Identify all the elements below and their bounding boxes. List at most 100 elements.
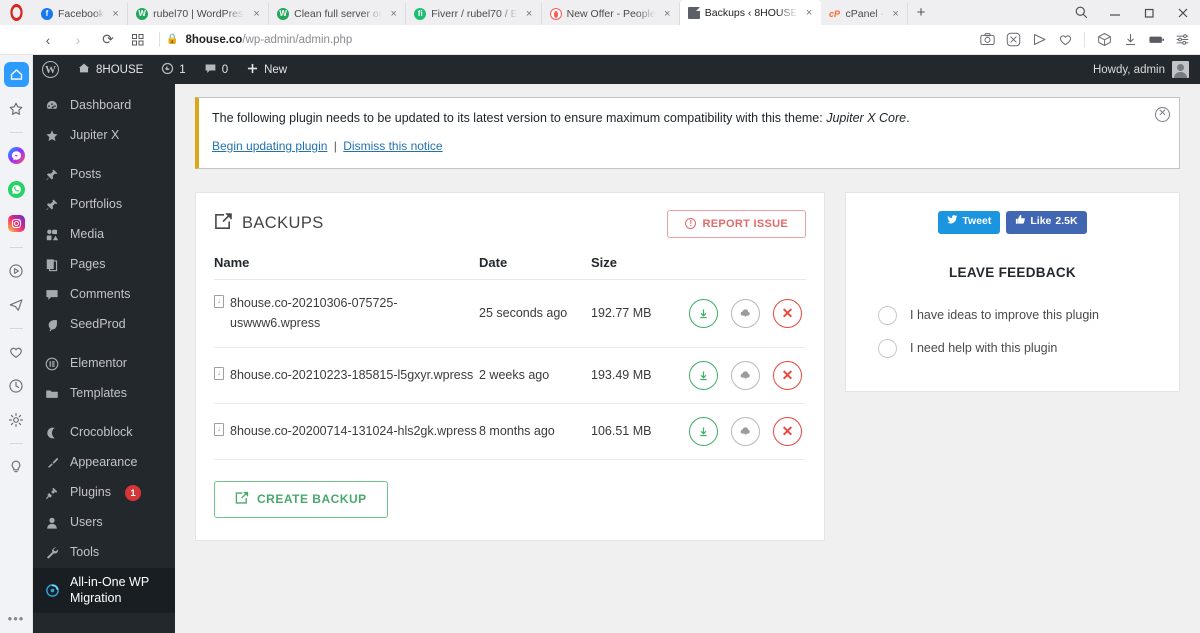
search-icon[interactable]: [1064, 0, 1098, 25]
back-button[interactable]: ‹: [33, 25, 63, 55]
report-issue-button[interactable]: ! REPORT ISSUE: [667, 209, 806, 238]
whatsapp-icon[interactable]: [4, 177, 29, 202]
radio-button[interactable]: [878, 338, 897, 358]
sidebar-item-media[interactable]: Media: [33, 220, 175, 250]
tips-bulb-icon[interactable]: [4, 454, 29, 479]
delete-icon[interactable]: ✕: [773, 416, 802, 446]
maximize-restore-button[interactable]: [1132, 0, 1166, 25]
more-dots-icon[interactable]: •••: [8, 611, 25, 626]
browser-tab[interactable]: cP cPanel - ×: [821, 3, 909, 25]
home-icon[interactable]: [3, 62, 29, 87]
sidebar-item-posts[interactable]: Posts: [33, 160, 175, 190]
create-backup-button[interactable]: CREATE BACKUP: [214, 480, 388, 518]
browser-tab[interactable]: New Offer - People ×: [542, 3, 680, 25]
notice-text: The following plugin needs to be updated…: [212, 109, 1166, 128]
backups-title-label: BACKUPS: [242, 214, 324, 233]
restore-icon[interactable]: [731, 416, 760, 446]
download-icon[interactable]: [1117, 25, 1143, 55]
tab-close-button[interactable]: ×: [250, 8, 263, 20]
facebook-like-button[interactable]: Like 2.5K: [1006, 210, 1087, 234]
address-bar[interactable]: 🔒 8house.co/wp-admin/admin.php: [166, 34, 352, 46]
send-icon[interactable]: [1026, 25, 1052, 55]
dismiss-notice-link[interactable]: Dismiss this notice: [343, 139, 442, 153]
tab-close-button[interactable]: ×: [523, 8, 536, 20]
browser-tab[interactable]: f Facebook ×: [33, 3, 129, 25]
battery-saver-icon[interactable]: [1143, 25, 1169, 55]
sidebar-item-portfolios[interactable]: Portfolios: [33, 190, 175, 220]
close-icon[interactable]: ✕: [1155, 107, 1170, 122]
site-name-menu[interactable]: 8HOUSE: [68, 55, 152, 84]
tab-title: rubel70 | WordPress: [153, 8, 246, 20]
sidebar-item-elementor[interactable]: Elementor: [33, 349, 175, 379]
sidebar-item-tools[interactable]: Tools: [33, 538, 175, 568]
delete-icon[interactable]: ✕: [773, 360, 802, 390]
howdy-menu[interactable]: Howdy, admin: [1093, 61, 1200, 78]
download-icon[interactable]: [689, 360, 718, 390]
close-window-button[interactable]: [1166, 0, 1200, 25]
instagram-icon[interactable]: [4, 211, 29, 236]
sidebar-item-label: Tools: [70, 545, 100, 560]
comments-menu[interactable]: 0: [195, 55, 237, 84]
sidebar-item-label: Pages: [70, 257, 106, 272]
radio-button[interactable]: [878, 305, 897, 325]
favorites-star-icon[interactable]: [4, 96, 29, 121]
tab-overview-button[interactable]: [123, 25, 153, 55]
sidebar-item-templates[interactable]: Templates: [33, 379, 175, 409]
new-tab-button[interactable]: +: [908, 3, 934, 25]
download-icon[interactable]: [689, 298, 718, 328]
restore-icon[interactable]: [731, 298, 760, 328]
tab-close-button[interactable]: ×: [803, 7, 816, 19]
wp-logo-menu[interactable]: W: [33, 55, 68, 84]
sidebar-item-seedprod[interactable]: SeedProd: [33, 310, 175, 340]
tab-close-button[interactable]: ×: [387, 8, 400, 20]
ad-block-icon[interactable]: [1000, 25, 1026, 55]
telegram-icon[interactable]: [4, 292, 29, 317]
crypto-wallet-icon[interactable]: [1091, 25, 1117, 55]
feedback-option-1[interactable]: I have ideas to improve this plugin: [862, 299, 1163, 332]
forward-button[interactable]: ›: [63, 25, 93, 55]
browser-tab[interactable]: fi Fiverr / rubel70 / E ×: [406, 3, 542, 25]
sidebar-item-all-in-one-wp-migration[interactable]: All-in-One WP Migration: [33, 568, 175, 614]
history-clock-icon[interactable]: [4, 373, 29, 398]
reload-button[interactable]: ⟳: [93, 25, 123, 55]
sidebar-item-label: Portfolios: [70, 197, 123, 212]
settings-gear-icon[interactable]: [4, 407, 29, 432]
restore-icon[interactable]: [731, 360, 760, 390]
player-icon[interactable]: [4, 258, 29, 283]
messenger-icon[interactable]: [4, 143, 29, 168]
tab-close-button[interactable]: ×: [889, 8, 902, 20]
sidebar-item-crocoblock[interactable]: Crocoblock: [33, 418, 175, 448]
updates-menu[interactable]: 1: [152, 55, 194, 84]
minimize-button[interactable]: [1098, 0, 1132, 25]
tab-close-button[interactable]: ×: [109, 8, 122, 20]
snapshot-icon[interactable]: [974, 25, 1000, 55]
url-path: /wp-admin/admin.php: [242, 33, 353, 46]
sidebar-item-plugins[interactable]: Plugins 1: [33, 478, 175, 508]
browser-tab[interactable]: Wrubel70 | WordPress ×: [128, 3, 270, 25]
browser-tab[interactable]: Backups ‹ 8HOUSE ×: [679, 0, 821, 25]
browser-tab[interactable]: W Clean full server or ×: [269, 3, 407, 25]
sidebar-item-label: Posts: [70, 167, 102, 182]
heart-icon[interactable]: [1052, 25, 1078, 55]
download-icon[interactable]: [689, 416, 718, 446]
new-content-menu[interactable]: New: [237, 55, 296, 84]
url-domain: 8house.co: [185, 33, 243, 46]
sidebar-item-label: SeedProd: [70, 317, 126, 332]
sidebar-item-appearance[interactable]: Appearance: [33, 448, 175, 478]
tab-close-button[interactable]: ×: [661, 8, 674, 20]
delete-icon[interactable]: ✕: [773, 298, 802, 328]
sidebar-item-dashboard[interactable]: Dashboard: [33, 91, 175, 121]
new-content-label: New: [264, 63, 288, 76]
feedback-option-2[interactable]: I need help with this plugin: [862, 332, 1163, 365]
tweet-button[interactable]: Tweet: [938, 210, 1001, 234]
begin-updating-plugin-link[interactable]: Begin updating plugin: [212, 139, 327, 153]
sidebar-item-jupiter-x[interactable]: Jupiter X: [33, 121, 175, 151]
easy-setup-icon[interactable]: [1169, 25, 1195, 55]
media-icon: [43, 228, 61, 242]
sidebar-item-users[interactable]: Users: [33, 508, 175, 538]
heart-icon[interactable]: [4, 339, 29, 364]
sidebar-item-comments[interactable]: Comments: [33, 280, 175, 310]
home-icon: [77, 61, 91, 78]
social-buttons: Tweet Like 2.5K: [862, 210, 1163, 234]
sidebar-item-pages[interactable]: Pages: [33, 250, 175, 280]
